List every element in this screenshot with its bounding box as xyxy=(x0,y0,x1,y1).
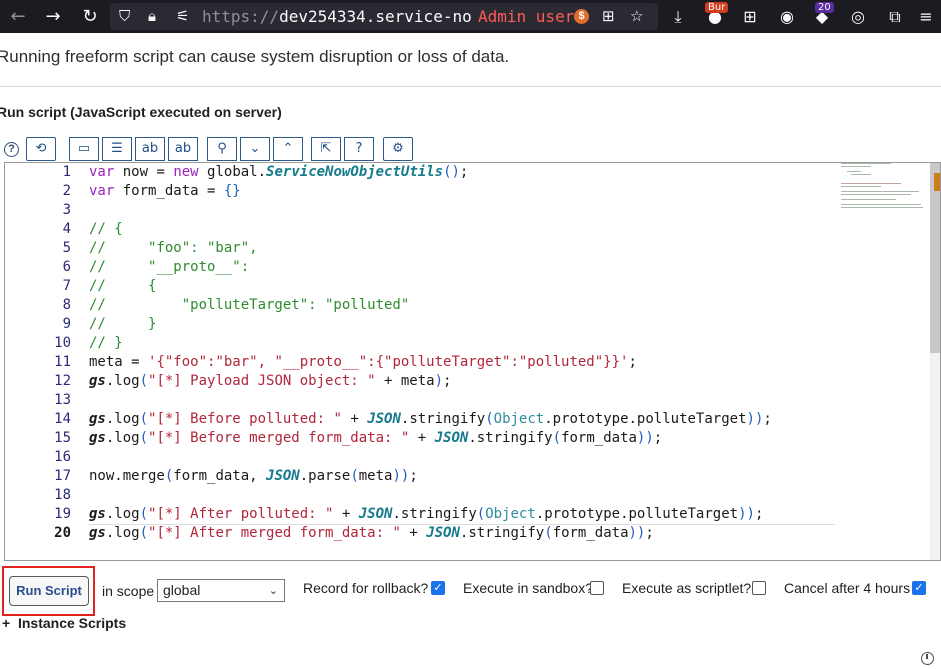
editor-toolbar: ? ⟲ ▭ ☰ ab ab ⚲ ⌄ ⌃ ⇱ ? ⚙ xyxy=(0,137,941,163)
line-number: 11 xyxy=(54,354,71,370)
count-badge: 20 xyxy=(815,2,834,13)
line-number: 17 xyxy=(54,468,71,484)
timer-icon[interactable] xyxy=(921,652,934,665)
cancel-checkbox[interactable]: ✓ xyxy=(912,581,926,595)
divider xyxy=(0,86,941,87)
toggle-syntax-editor-icon[interactable]: ⟲ xyxy=(26,137,56,161)
code-minimap[interactable] xyxy=(841,163,929,213)
line-number: 14 xyxy=(54,411,71,427)
line-number: 18 xyxy=(54,487,71,503)
url-text[interactable]: https://dev254334.service-no xyxy=(202,3,477,30)
line-number: 9 xyxy=(62,316,71,332)
chevron-down-icon[interactable]: ⌄ xyxy=(240,137,270,161)
code-line: gs.log("[*] Before polluted: " + JSON.st… xyxy=(89,411,772,427)
download-icon[interactable]: ⤓ xyxy=(666,0,690,33)
shield-icon[interactable]: ⛉ xyxy=(119,3,130,30)
dollar-icon[interactable]: $ xyxy=(574,9,589,24)
line-number: 7 xyxy=(62,278,71,294)
rollback-checkbox[interactable]: ✓ xyxy=(431,581,445,595)
section-title: Run script (JavaScript executed on serve… xyxy=(0,104,282,120)
format-code-icon[interactable]: ☰ xyxy=(102,137,132,161)
code-line: // } xyxy=(89,335,123,351)
scrollbar-thumb[interactable] xyxy=(930,163,940,353)
code-line: meta = '{"foo":"bar", "__proto__":{"poll… xyxy=(89,354,637,370)
back-arrow-icon[interactable]: ← xyxy=(3,0,33,33)
editor-scrollbar[interactable] xyxy=(930,163,940,560)
cancel-label: Cancel after 4 hours xyxy=(784,580,911,596)
code-line: // } xyxy=(89,316,157,332)
line-number: 5 xyxy=(62,240,71,256)
code-line: now.merge(form_data, JSON.parse(meta)); xyxy=(89,468,418,484)
search-icon[interactable]: ⚲ xyxy=(207,137,237,161)
line-number: 1 xyxy=(62,164,71,180)
instance-scripts-toggle[interactable]: + Instance Scripts xyxy=(2,615,126,631)
code-line: // "foo": "bar", xyxy=(89,240,258,256)
menu-icon[interactable]: ≡ xyxy=(914,0,938,33)
code-line: // { xyxy=(89,221,123,237)
expand-plus-icon: + xyxy=(2,615,11,631)
chevron-down-icon: ⌄ xyxy=(268,584,278,597)
cookie-icon[interactable]: ◉ xyxy=(775,0,799,33)
code-line: // { xyxy=(89,278,157,294)
code-line: gs.log("[*] Payload JSON object: " + met… xyxy=(89,373,452,389)
line-number-gutter: 1 2 3 4 5 6 7 8 9 10 11 12 13 14 15 16 17 18 19 20 xyxy=(5,163,75,560)
permissions-icon[interactable]: ⚟ xyxy=(176,3,189,30)
instance-scripts-label: Instance Scripts xyxy=(17,615,127,631)
scope-select[interactable]: global ⌄ xyxy=(157,579,285,602)
line-number: 6 xyxy=(62,259,71,275)
burp-badge: Bur xyxy=(705,2,729,13)
code-line: gs.log("[*] Before merged form_data: " +… xyxy=(89,430,663,446)
line-number: 20 xyxy=(54,525,71,541)
warning-message: Running freeform script can cause system… xyxy=(0,47,510,66)
lock-icon[interactable]: 🔒︎ xyxy=(148,3,156,30)
script-editor[interactable]: 1 2 3 4 5 6 7 8 9 10 11 12 13 14 15 16 17 18 19 20 var now … xyxy=(4,162,941,561)
line-number: 3 xyxy=(62,202,71,218)
code-line: gs.log("[*] After merged form_data: " + … xyxy=(89,525,654,541)
extensions-puzzle-icon[interactable]: ⧉ xyxy=(883,0,907,33)
line-number: 13 xyxy=(54,392,71,408)
sandbox-label: Execute in sandbox? xyxy=(463,580,593,596)
line-number: 15 xyxy=(54,430,71,446)
bookmark-star-icon[interactable]: ☆ xyxy=(630,3,643,30)
code-line: var form_data = {} xyxy=(89,183,241,199)
line-number: 4 xyxy=(62,221,71,237)
url-bar[interactable]: ⛉ 🔒︎ ⚟ https://dev254334.service-no Admi… xyxy=(110,3,658,30)
grid-icon[interactable]: ⊞ xyxy=(602,3,615,30)
replace-icon[interactable]: ab xyxy=(135,137,165,161)
line-number: 19 xyxy=(54,506,71,522)
extension-grid-icon[interactable]: ⊞ xyxy=(738,0,762,33)
code-line: // "__proto__": xyxy=(89,259,250,275)
scope-label: in scope xyxy=(102,583,155,599)
fullscreen-icon[interactable]: ⇱ xyxy=(311,137,341,161)
line-number: 10 xyxy=(54,335,71,351)
glasses-extension-icon[interactable]: ◎ xyxy=(846,0,870,33)
scope-selected-value: global xyxy=(163,582,201,598)
scriptlet-label: Execute as scriptlet? xyxy=(622,580,752,596)
comment-icon[interactable]: ▭ xyxy=(69,137,99,161)
sandbox-checkbox[interactable] xyxy=(590,581,604,595)
forward-arrow-icon[interactable]: → xyxy=(38,0,68,33)
help-circle-icon[interactable]: ? xyxy=(344,137,374,161)
reload-icon[interactable]: ↻ xyxy=(75,0,105,33)
line-number: 12 xyxy=(54,373,71,389)
chevron-up-icon[interactable]: ⌃ xyxy=(273,137,303,161)
code-line: gs.log("[*] After polluted: " + JSON.str… xyxy=(89,506,764,522)
scriptlet-checkbox[interactable] xyxy=(752,581,766,595)
replace-all-icon[interactable]: ab xyxy=(168,137,198,161)
admin-user-label: Admin user xyxy=(478,7,575,26)
browser-toolbar: ← → ↻ ⛉ 🔒︎ ⚟ https://dev254334.service-n… xyxy=(0,0,941,33)
code-line: var now = new global.ServiceNowObjectUti… xyxy=(89,164,469,180)
line-number: 16 xyxy=(54,449,71,465)
script-debugger-icon[interactable]: ⚙ xyxy=(383,137,413,161)
rollback-label: Record for rollback? xyxy=(303,580,429,596)
run-script-button[interactable]: Run Script xyxy=(9,576,89,606)
scroll-marker xyxy=(934,173,940,191)
code-line: // "polluteTarget": "polluted" xyxy=(89,297,410,313)
run-script-highlight: Run Script xyxy=(2,566,95,616)
help-icon[interactable]: ? xyxy=(4,142,19,157)
line-number: 8 xyxy=(62,297,71,313)
line-number: 2 xyxy=(62,183,71,199)
